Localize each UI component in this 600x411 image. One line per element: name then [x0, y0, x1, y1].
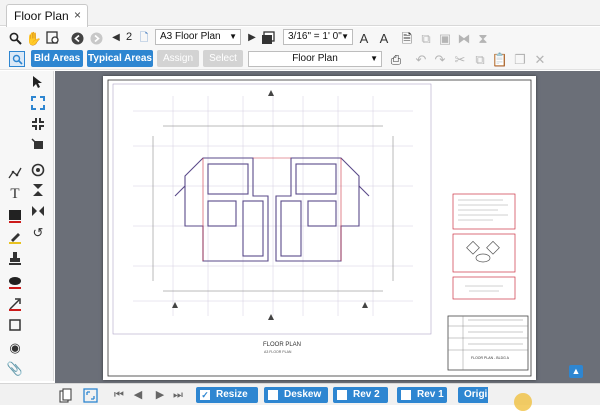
titleblock-label: FLOOR PLAN - BLDG A	[471, 356, 510, 360]
cloud-markup-icon[interactable]	[7, 274, 23, 290]
fit-shrink-icon[interactable]	[30, 116, 46, 132]
page-number: 2	[126, 31, 133, 43]
cut-icon[interactable]: ✂	[452, 51, 468, 67]
scale-select[interactable]: 3/16" = 1' 0" ▼	[283, 29, 353, 45]
last-page-icon[interactable]: ⏭	[171, 388, 185, 402]
rev2-label: Rev 2	[353, 389, 380, 400]
pan-hand-icon[interactable]: ✋	[26, 30, 42, 46]
duplicate-icon[interactable]: ❐	[512, 51, 528, 67]
checkbox-empty	[401, 390, 411, 400]
pointer-arrow-icon[interactable]	[30, 74, 46, 90]
first-page-icon[interactable]: ⏮	[112, 388, 126, 402]
back-circle-icon[interactable]	[69, 30, 85, 46]
mirror-horizontal-icon[interactable]: ⧓	[456, 30, 472, 46]
scroll-top-button[interactable]: ▲	[569, 365, 583, 378]
toolbar-row-2: Bld Areas Typical Areas Assign Select Fl…	[0, 48, 600, 70]
attachment-icon[interactable]: 📎	[7, 360, 23, 376]
zoom-area-icon[interactable]	[30, 137, 46, 153]
floor-plan-drawing: FLOOR PLAN A3 FLOOR PLAN FLOOR PLAN - BL…	[107, 79, 532, 377]
print-preview-icon[interactable]	[45, 30, 61, 46]
cursor-highlight	[514, 393, 532, 411]
redo-icon[interactable]: ↷	[432, 51, 448, 67]
tab-close-icon[interactable]: ×	[74, 8, 81, 22]
plan-title: FLOOR PLAN	[263, 342, 301, 348]
stamp-icon[interactable]	[7, 250, 23, 266]
prev-page-icon[interactable]: ◀	[108, 30, 124, 46]
chevron-down-icon: ▼	[341, 32, 349, 41]
original-label: Original	[464, 389, 488, 400]
deskew-label: Deskew	[284, 389, 322, 400]
rectangle-fill-icon[interactable]	[7, 208, 23, 224]
typical-areas-button[interactable]: Typical Areas	[87, 50, 153, 67]
paste-icon[interactable]: 📋	[492, 51, 508, 67]
chevron-down-icon: ▼	[229, 32, 237, 41]
checkbox-empty	[337, 390, 347, 400]
forward-circle-icon[interactable]	[88, 30, 104, 46]
next-page-nav-icon[interactable]: ▶	[153, 388, 167, 402]
scale-select-value: 3/16" = 1' 0"	[288, 31, 342, 42]
tab-strip: Floor Plan ×	[0, 0, 600, 27]
zoom-search-icon[interactable]	[7, 30, 23, 46]
rev2-checkbox[interactable]: Rev 2	[333, 387, 388, 403]
view-select[interactable]: Floor Plan ▼	[248, 51, 382, 67]
highlighter-icon[interactable]	[7, 229, 23, 245]
toolbar-row-1: ✋ ◀ 2 🗋 A3 Floor Plan ▼ ▶ 3/16" = 1' 0" …	[0, 27, 600, 48]
resize-checkbox[interactable]: ✓ Resize	[196, 387, 258, 403]
assign-button[interactable]: Assign	[157, 50, 199, 67]
deskew-checkbox[interactable]: Deskew	[264, 387, 328, 403]
rotate-ccw-icon[interactable]: ↺	[30, 224, 46, 240]
flip-horizontal-icon[interactable]	[30, 203, 46, 219]
printer-icon[interactable]: ⎙	[388, 51, 404, 67]
delete-icon[interactable]: ✕	[532, 51, 548, 67]
checkbox-empty	[268, 390, 278, 400]
page-document-icon: 🗋	[139, 31, 149, 44]
fit-page-icon[interactable]	[82, 387, 98, 403]
plan-subtitle: A3 FLOOR PLAN	[264, 350, 292, 354]
undo-icon[interactable]: ↶	[413, 51, 429, 67]
overlay-icon[interactable]: ▣	[437, 30, 453, 46]
tool-palette: T ↺ ◉ 📎 🖼	[0, 71, 54, 396]
flip-vertical-icon[interactable]	[30, 182, 46, 198]
mirror-vertical-icon[interactable]: ⧗	[475, 30, 491, 46]
rotate-target-icon[interactable]	[30, 162, 46, 178]
resize-label: Resize	[216, 389, 248, 400]
polyline-icon[interactable]	[7, 165, 23, 181]
copy-icon[interactable]: ⧉	[472, 51, 488, 67]
original-checkbox[interactable]: Original	[458, 387, 488, 403]
tab-title: Floor Plan	[14, 9, 69, 23]
tab-floor-plan[interactable]: Floor Plan ×	[6, 4, 88, 27]
next-page-icon[interactable]: ▶	[244, 30, 260, 46]
fit-expand-icon[interactable]	[30, 95, 46, 111]
view-select-value: Floor Plan	[292, 53, 338, 64]
rev1-label: Rev 1	[417, 389, 444, 400]
page-copy-icon[interactable]	[57, 387, 73, 403]
text-format-icon[interactable]: A	[376, 30, 392, 46]
chevron-down-icon: ▼	[370, 54, 378, 63]
drawing-sheet[interactable]: FLOOR PLAN A3 FLOOR PLAN FLOOR PLAN - BL…	[103, 76, 536, 380]
bottom-toolbar: ⏮ ◀ ▶ ⏭ ✓ Resize Deskew Rev 2 Rev 1 Orig…	[0, 383, 600, 411]
prev-page-nav-icon[interactable]: ◀	[131, 388, 145, 402]
select-button[interactable]: Select	[203, 50, 243, 67]
pdf-export-icon[interactable]: 🗎	[399, 30, 415, 46]
text-tool-icon[interactable]: T	[7, 186, 23, 202]
text-style-icon[interactable]: A	[356, 30, 372, 46]
compare-icon[interactable]: ⧉	[418, 30, 434, 46]
checkmark-icon: ✓	[200, 390, 210, 400]
bld-areas-button[interactable]: Bld Areas	[31, 50, 83, 67]
sheet-select-value: A3 Floor Plan	[160, 31, 221, 42]
sheet-select[interactable]: A3 Floor Plan ▼	[155, 29, 241, 45]
multi-window-icon[interactable]	[260, 30, 276, 46]
rev1-checkbox[interactable]: Rev 1	[397, 387, 447, 403]
area-select-icon[interactable]	[9, 51, 25, 67]
arrow-line-icon[interactable]	[7, 296, 23, 312]
crop-icon[interactable]	[7, 317, 23, 333]
measure-target-icon[interactable]: ◉	[7, 339, 23, 355]
